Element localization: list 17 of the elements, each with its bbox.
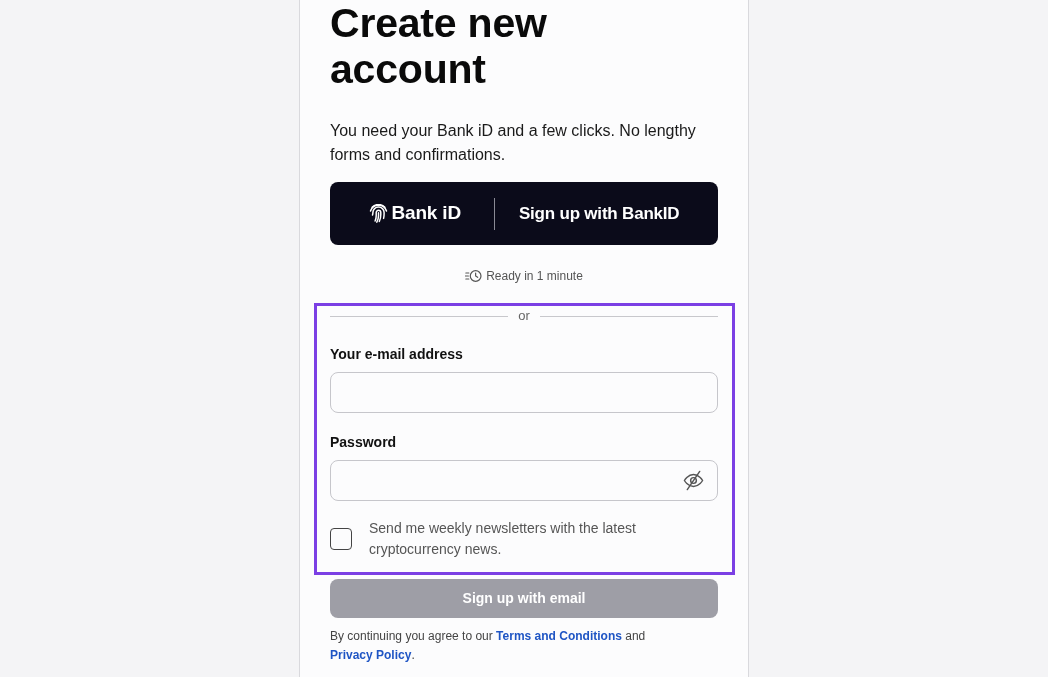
clock-icon	[465, 269, 483, 283]
fingerprint-icon	[368, 204, 388, 223]
email-field[interactable]	[330, 372, 718, 413]
legal-notice: By continuing you agree to our Terms and Conditions and Privacy Policy.	[330, 628, 647, 664]
field-label: Password	[330, 433, 398, 452]
password-field[interactable]	[330, 460, 718, 501]
intro-text: You need your Bank iD and a few clicks. No lengthy forms and confirmations.	[330, 121, 697, 165]
bankid-signup-button[interactable]: Bank iD Sign up with BankID	[330, 182, 718, 245]
checkbox[interactable]	[330, 528, 352, 550]
inline-link[interactable]: Privacy Policy	[330, 648, 412, 662]
divider-text: or	[517, 307, 531, 325]
field-label: Your e-mail address	[330, 345, 464, 364]
checkbox-label: Send me weekly newsletters with the latest cryptocurrency news.	[369, 519, 637, 559]
ready-note: Ready in 1 minute	[486, 268, 583, 284]
inline-link[interactable]: Terms and Conditions	[496, 629, 622, 643]
eye-slash-icon[interactable]	[683, 470, 704, 491]
page-title: Create new account	[330, 0, 548, 92]
